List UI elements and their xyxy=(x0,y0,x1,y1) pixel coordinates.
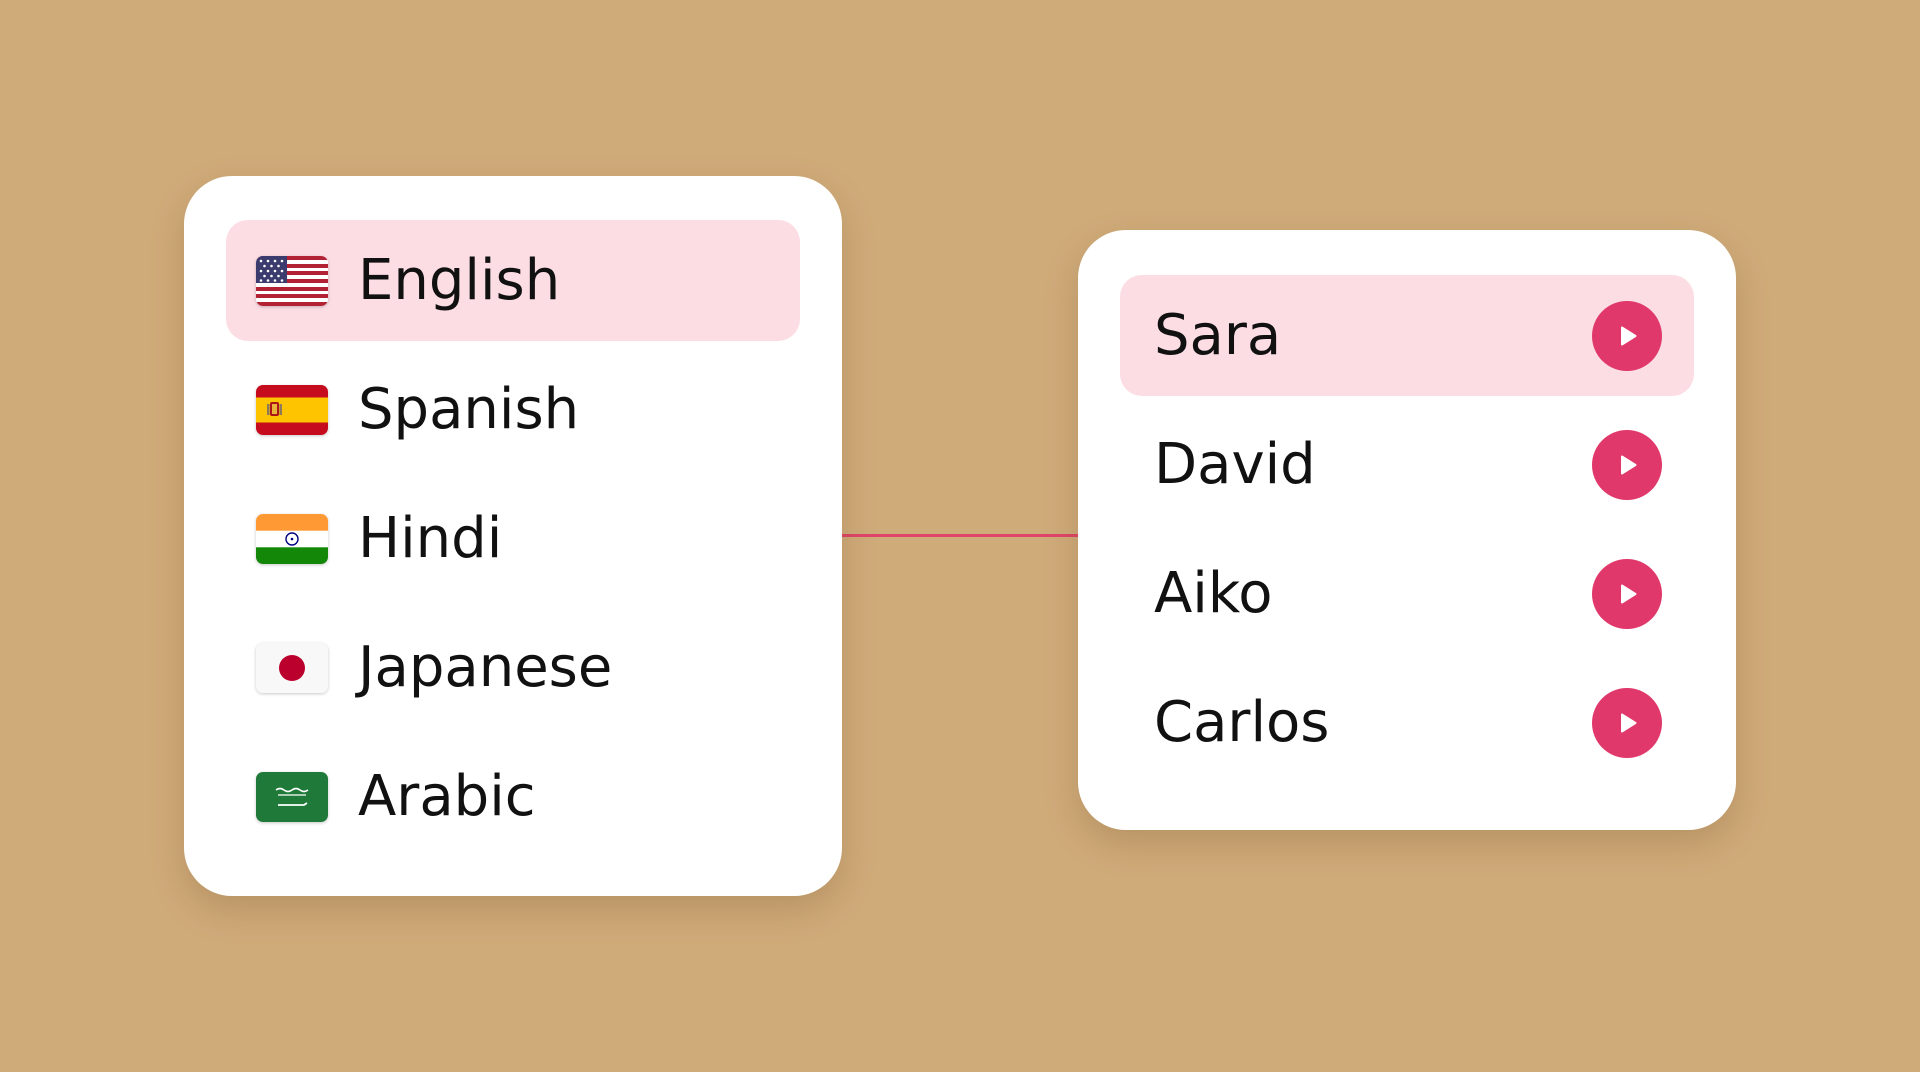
voice-label-aiko: Aiko xyxy=(1154,560,1273,626)
language-label-arabic: Arabic xyxy=(358,763,536,829)
language-option-arabic[interactable]: Arabic xyxy=(226,736,800,857)
voice-option-aiko[interactable]: Aiko xyxy=(1120,533,1694,654)
voice-option-sara[interactable]: Sara xyxy=(1120,275,1694,396)
play-icon xyxy=(1621,713,1637,732)
play-icon xyxy=(1621,584,1637,603)
voice-label-david: David xyxy=(1154,431,1316,497)
language-option-english[interactable]: English xyxy=(226,220,800,341)
language-label-spanish: Spanish xyxy=(358,376,580,442)
play-icon xyxy=(1621,326,1637,345)
voice-option-david[interactable]: David xyxy=(1120,404,1694,525)
play-icon xyxy=(1621,455,1637,474)
language-label-hindi: Hindi xyxy=(358,505,503,571)
voice-label-sara: Sara xyxy=(1154,302,1282,368)
language-option-spanish[interactable]: Spanish xyxy=(226,349,800,470)
language-label-japanese: Japanese xyxy=(358,634,613,700)
voice-list-card: Sara David Aiko Carlos xyxy=(1078,230,1736,830)
voice-label-carlos: Carlos xyxy=(1154,689,1330,755)
play-preview-button-david[interactable] xyxy=(1592,429,1662,500)
language-label-english: English xyxy=(358,247,561,313)
language-list-card: English Spanish Hindi Japanese Arabic xyxy=(184,176,842,896)
language-option-japanese[interactable]: Japanese xyxy=(226,607,800,728)
saudi-arabia-flag-icon xyxy=(256,771,328,822)
language-option-hindi[interactable]: Hindi xyxy=(226,478,800,599)
play-preview-button-aiko[interactable] xyxy=(1592,558,1662,629)
us-flag-icon xyxy=(256,255,328,306)
spain-flag-icon xyxy=(256,384,328,435)
india-flag-icon xyxy=(256,513,328,564)
play-preview-button-carlos[interactable] xyxy=(1592,687,1662,758)
voice-option-carlos[interactable]: Carlos xyxy=(1120,662,1694,783)
connector-line xyxy=(838,534,1080,537)
japan-flag-icon xyxy=(256,642,328,693)
play-preview-button-sara[interactable] xyxy=(1592,300,1662,371)
